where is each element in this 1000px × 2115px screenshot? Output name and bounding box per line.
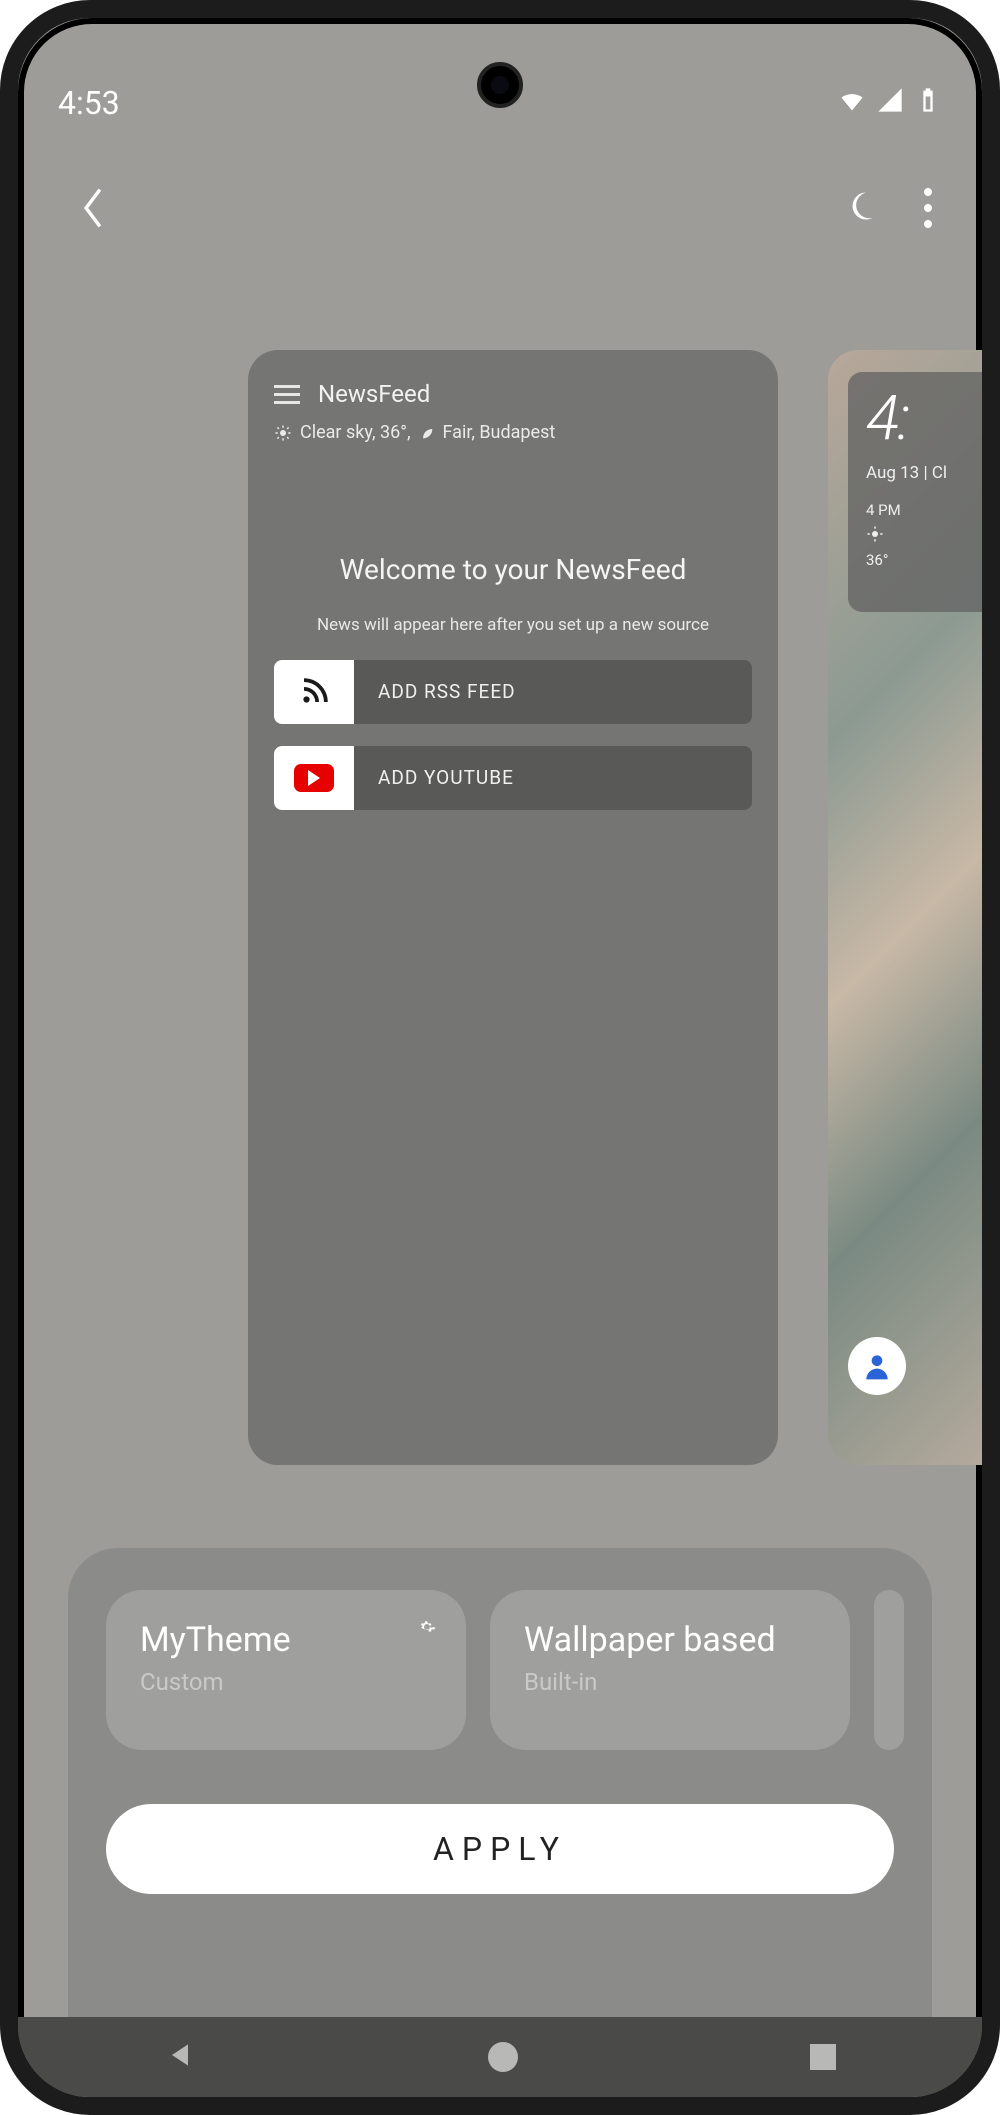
theme-card-wallpaper-based[interactable]: Wallpaper based Built-in [490, 1590, 850, 1750]
nav-back-icon[interactable] [164, 2039, 196, 2075]
peek-temp: 36° [866, 551, 982, 569]
nav-home-icon[interactable] [488, 2042, 518, 2072]
contacts-app-icon [848, 1337, 906, 1395]
peek-time: 4: [866, 382, 982, 455]
hamburger-icon [274, 385, 300, 404]
theme-subtitle: Custom [140, 1668, 432, 1696]
theme-subtitle: Built-in [524, 1668, 816, 1696]
leaf-icon [419, 425, 435, 441]
dark-mode-icon[interactable] [848, 188, 884, 228]
back-button[interactable] [68, 183, 118, 233]
newsfeed-title: NewsFeed [318, 380, 430, 408]
peek-date: Aug 13 | Cl [866, 463, 982, 483]
theme-name: MyTheme [140, 1620, 432, 1660]
clock-widget: 4: Aug 13 | Cl 4 PM 36° [848, 372, 982, 612]
apply-label: APPLY [433, 1830, 567, 1868]
wifi-icon [838, 84, 866, 122]
newsfeed-welcome: Welcome to your NewsFeed [274, 553, 752, 586]
theme-selector-sheet: MyTheme Custom Wallpaper based Built-in … [68, 1548, 932, 2078]
add-youtube-button[interactable]: ADD YOUTUBE [274, 746, 752, 810]
rss-icon [274, 660, 354, 724]
add-rss-label: ADD RSS FEED [354, 680, 516, 703]
sun-icon [866, 519, 982, 547]
camera-notch [477, 62, 523, 108]
nav-recents-icon[interactable] [810, 2044, 836, 2070]
weather-line: Clear sky, 36°, Fair, Budapest [274, 422, 752, 443]
add-rss-feed-button[interactable]: ADD RSS FEED [274, 660, 752, 724]
signal-icon [876, 84, 904, 122]
youtube-icon [274, 746, 354, 810]
overflow-menu-icon[interactable] [924, 188, 932, 228]
apply-button[interactable]: APPLY [106, 1804, 894, 1894]
theme-card-mytheme[interactable]: MyTheme Custom [106, 1590, 466, 1750]
homescreen-preview-card[interactable]: 4: Aug 13 | Cl 4 PM 36° [828, 350, 982, 1465]
newsfeed-preview-card[interactable]: NewsFeed Clear sky, 36°, Fair, Budapest … [248, 350, 778, 1465]
status-time: 4:53 [58, 84, 120, 122]
preview-carousel[interactable]: NewsFeed Clear sky, 36°, Fair, Budapest … [18, 328, 982, 1488]
add-youtube-label: ADD YOUTUBE [354, 766, 514, 789]
gear-icon[interactable] [418, 1618, 436, 1636]
peek-hour: 4 PM [866, 501, 982, 519]
battery-icon [914, 84, 942, 122]
theme-card-next[interactable] [874, 1590, 904, 1750]
navigation-bar [18, 2017, 982, 2097]
theme-name: Wallpaper based [524, 1620, 816, 1660]
newsfeed-subtitle: News will appear here after you set up a… [274, 614, 752, 638]
